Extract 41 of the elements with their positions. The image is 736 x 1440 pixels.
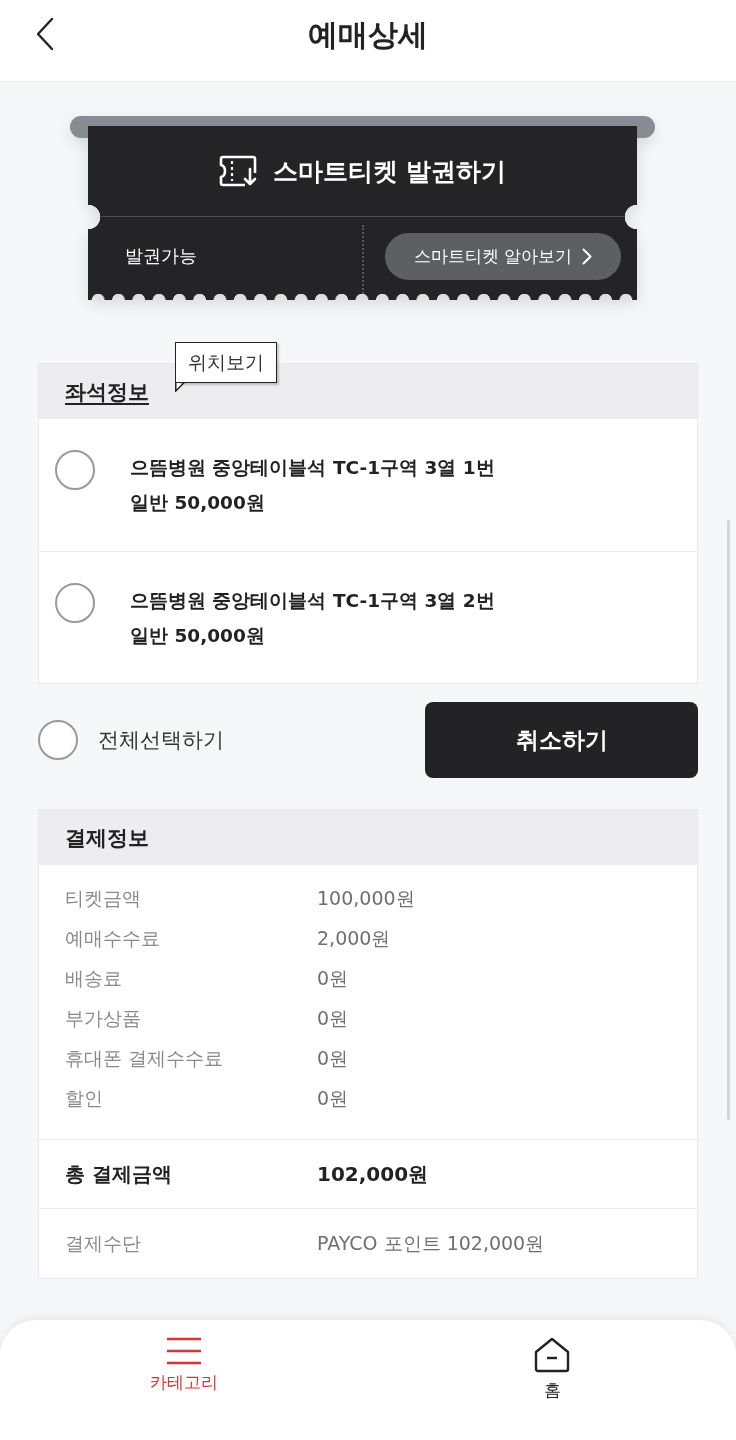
radio-button[interactable] — [55, 583, 95, 623]
payment-method-value: PAYCO 포인트 102,000원 — [317, 1230, 545, 1256]
payment-label: 배송료 — [65, 966, 122, 991]
seat-info-title[interactable]: 좌석정보 — [65, 377, 149, 406]
tooltip-pointer-icon — [175, 382, 185, 392]
nav-tab[interactable]: 홈 — [492, 1320, 612, 1408]
radio-button[interactable] — [55, 450, 95, 490]
payment-value: 2,000원 — [317, 926, 391, 951]
payment-label: 예매수수료 — [65, 926, 160, 951]
nav-tab[interactable]: 카테고리 — [124, 1320, 244, 1408]
seat-name: 으뜸병원 중앙테이블석 TC-1구역 3열 1번 — [130, 456, 495, 480]
select-all-label[interactable]: 전체선택하기 — [98, 726, 224, 754]
payment-label: 할인 — [65, 1086, 103, 1111]
payment-label: 부가상품 — [65, 1006, 141, 1031]
ticket-status: 발권가능 — [125, 243, 197, 268]
payment-value: 0원 — [317, 1006, 349, 1031]
menu-icon — [166, 1337, 202, 1365]
smart-ticket-card[interactable]: 스마트티켓 발권하기 발권가능 스마트티켓 알아보기 — [88, 126, 637, 300]
payment-info-title: 결제정보 — [65, 824, 149, 852]
home-icon — [534, 1337, 570, 1373]
seat-price: 일반 50,000원 — [130, 491, 266, 515]
payment-label: 티켓금액 — [65, 886, 141, 911]
payment-label: 휴대폰 결제수수료 — [65, 1046, 224, 1071]
payment-value: 0원 — [317, 966, 349, 991]
smart-ticket-title: 스마트티켓 발권하기 — [272, 155, 507, 188]
seat-name: 으뜸병원 중앙테이블석 TC-1구역 3열 2번 — [130, 589, 495, 613]
cancel-button[interactable]: 취소하기 — [425, 702, 698, 778]
back-icon — [35, 17, 55, 51]
total-label: 총 결제금액 — [65, 1160, 172, 1188]
location-tooltip[interactable]: 위치보기 — [175, 342, 277, 383]
payment-value: 0원 — [317, 1046, 349, 1071]
payment-method-label: 결제수단 — [65, 1230, 141, 1256]
smart-ticket-guide-button[interactable]: 스마트티켓 알아보기 — [385, 233, 621, 280]
chevron-right-icon — [582, 248, 593, 265]
total-value: 102,000원 — [317, 1160, 429, 1188]
payment-value: 100,000원 — [317, 886, 415, 911]
ticket-download-icon — [218, 155, 257, 187]
select-all-radio[interactable] — [38, 720, 78, 760]
payment-value: 0원 — [317, 1086, 349, 1111]
seat-price: 일반 50,000원 — [130, 624, 266, 648]
page-title: 예매상세 — [308, 16, 428, 54]
